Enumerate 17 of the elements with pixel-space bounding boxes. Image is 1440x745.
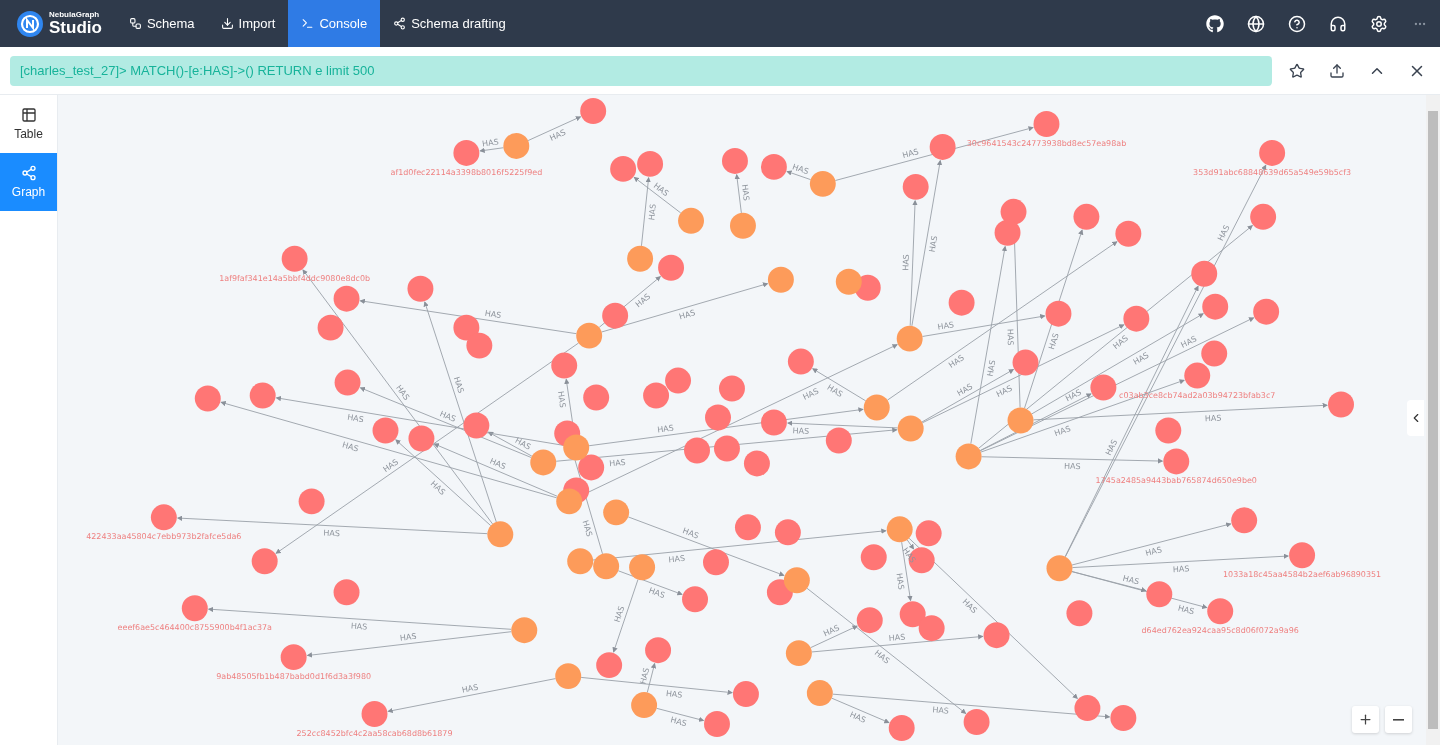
node-label: 30c9641543c24773938bd8ec57ea98ab (966, 138, 1127, 148)
node-label: 353d91abc68848639d65a549e59b5cf3 (1193, 167, 1352, 177)
logo-subtitle: NebulaGraph (49, 11, 101, 19)
logo-title: Studio (49, 19, 102, 36)
node-label: 252cc8452bfc4c2aa58cab68d8b61879 (296, 729, 453, 738)
nav-tab[interactable]: Import (207, 0, 289, 47)
nav-tab[interactable]: Schema drafting (380, 0, 519, 47)
node-label: af1d0fec22114a3398b8016f5225f9ed (390, 167, 543, 177)
node-label: eeef6ae5c464400c8755900b4f1ac37a (117, 623, 272, 633)
node-label: 1af9faf341e14a5bbf4ddc9080e8dc0b (219, 273, 371, 283)
node-label: 9ab48505fb1b487babd0d1f6d3a3f980 (216, 672, 372, 682)
node-label: 422433aa45804c7ebb973b2fafce5da6 (86, 532, 242, 542)
nav-tab[interactable]: Console (288, 0, 381, 47)
node-label: 1033a18c45aa4584b2aef6ab96890351 (1223, 570, 1382, 580)
node-label: d64ed762ea924caa95c8d06f072a9a96 (1141, 626, 1299, 636)
nav-tab[interactable]: Schema (115, 0, 208, 47)
node-label: 1745a2485a9443bab765874d650e9be0 (1095, 476, 1257, 486)
